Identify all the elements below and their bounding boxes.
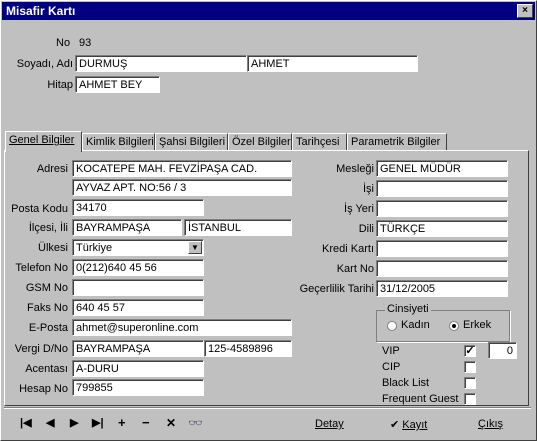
erkek-radio[interactable] xyxy=(449,321,459,331)
no-value: 93 xyxy=(79,37,92,49)
dili-field[interactable]: TÜRKÇE xyxy=(376,220,508,237)
tab-label: Genel Bilgiler xyxy=(9,134,75,146)
cinsiyet-caption: Cinsiyeti xyxy=(385,303,431,315)
cip-label: CIP xyxy=(382,361,401,373)
bottom-toolbar: |◀ ◀ ▶ ▶| + − ✕ 👓 Detay ✔ Kayıt Çıkış xyxy=(4,411,531,435)
gecerlilik-field[interactable]: 31/12/2005 xyxy=(376,280,508,297)
acenta-label: Acentası xyxy=(25,363,68,375)
kredi-karti-label: Kredi Kartı xyxy=(322,243,374,255)
kredi-karti-field[interactable] xyxy=(376,240,508,257)
eposta-field[interactable]: ahmet@superonline.com xyxy=(72,319,292,336)
kayit-button[interactable]: ✔ Kayıt xyxy=(390,418,427,431)
acenta-field[interactable]: A-DURU xyxy=(72,360,204,377)
tab-kimlik-bilgileri[interactable]: Kimlik Bilgileri xyxy=(82,133,155,150)
chevron-down-icon[interactable]: ▼ xyxy=(188,241,202,254)
vergi-no-field[interactable]: 125-4589896 xyxy=(204,340,292,357)
erkek-label: Erkek xyxy=(463,319,492,331)
gsm-label: GSM No xyxy=(25,282,68,294)
tab-label: Şahsi Bilgileri xyxy=(159,136,226,148)
meslegi-field[interactable]: GENEL MÜDÜR xyxy=(376,160,508,177)
remove-record-icon[interactable]: − xyxy=(142,415,150,431)
frequent-checkbox[interactable] xyxy=(464,393,476,405)
dili-label: Dili xyxy=(358,223,374,235)
close-icon[interactable]: × xyxy=(517,4,533,18)
adi-field[interactable]: AHMET xyxy=(247,55,418,72)
binoculars-search-icon[interactable]: 👓 xyxy=(188,415,203,431)
add-record-icon[interactable]: + xyxy=(118,415,126,431)
posta-kodu-label: Posta Kodu xyxy=(11,203,68,215)
frequent-label: Frequent Guest xyxy=(382,393,459,405)
tab-parametrik-bilgiler[interactable]: Parametrik Bilgiler xyxy=(347,133,447,150)
toolbar-separator xyxy=(4,407,531,409)
soyadi-field[interactable]: DURMUŞ xyxy=(75,55,247,72)
ulkesi-label: Ülkesi xyxy=(38,242,68,254)
vip-label: VIP xyxy=(382,345,400,357)
isi-field[interactable] xyxy=(376,180,508,197)
tab-sahsi-bilgileri[interactable]: Şahsi Bilgileri xyxy=(155,133,228,150)
no-label: No xyxy=(56,37,71,49)
kart-no-field[interactable] xyxy=(376,260,508,277)
tab-label: Parametrik Bilgiler xyxy=(351,136,441,148)
ulkesi-value: Türkiye xyxy=(76,242,113,254)
isi-label: İşi xyxy=(363,183,374,195)
adres-line-2[interactable]: AYVAZ APT. NO:56 / 3 xyxy=(72,179,292,196)
hesap-label: Hesap No xyxy=(19,383,68,395)
kadin-label: Kadın xyxy=(401,319,430,331)
tab-label: Kimlik Bilgileri xyxy=(86,136,154,148)
detay-button[interactable]: Detay xyxy=(315,418,344,430)
prev-record-icon[interactable]: ◀ xyxy=(46,415,54,431)
last-record-icon[interactable]: ▶| xyxy=(92,415,104,431)
kadin-radio[interactable] xyxy=(387,321,397,331)
hitap-label: Hitap xyxy=(47,79,73,91)
cikis-button[interactable]: Çıkış xyxy=(478,418,503,430)
ilcesi-field[interactable]: BAYRAMPAŞA xyxy=(72,219,182,236)
cancel-edit-icon[interactable]: ✕ xyxy=(166,415,176,431)
ilcesi-ili-label: İlçesi, İli xyxy=(28,222,68,234)
check-icon: ✔ xyxy=(390,419,400,431)
radio-selected-dot xyxy=(452,324,456,328)
soyadi-adi-label: Soyadı, Adı xyxy=(16,58,73,70)
tab-tarihcesi[interactable]: Tarihçesi xyxy=(292,133,347,150)
tab-label: Tarihçesi xyxy=(296,136,340,148)
is-yeri-label: İş Yeri xyxy=(344,203,374,215)
window-title: Misafir Kartı xyxy=(6,4,76,18)
telefon-field[interactable]: 0(212)640 45 56 xyxy=(72,259,204,276)
ulkesi-dropdown[interactable]: Türkiye ▼ xyxy=(72,239,204,256)
adres-line-1[interactable]: KOCATEPE MAH. FEVZİPAŞA CAD. xyxy=(72,160,292,177)
vergi-label: Vergi D/No xyxy=(14,343,68,355)
gsm-field[interactable] xyxy=(72,279,204,296)
next-record-icon[interactable]: ▶ xyxy=(70,415,78,431)
telefon-label: Telefon No xyxy=(15,262,68,274)
vip-count-field[interactable]: 0 xyxy=(488,342,517,359)
meslegi-label: Mesleği xyxy=(336,163,374,175)
cinsiyet-group: Cinsiyeti Kadın Erkek xyxy=(376,303,510,342)
kayit-label: Kayıt xyxy=(402,419,428,431)
tab-genel-bilgiler[interactable]: Genel Bilgiler xyxy=(5,131,82,152)
blacklist-checkbox[interactable] xyxy=(464,377,476,389)
hitap-field[interactable]: AHMET BEY xyxy=(75,76,160,93)
vergi-daire-field[interactable]: BAYRAMPAŞA xyxy=(72,340,204,357)
hesap-field[interactable]: 799855 xyxy=(72,379,204,396)
cip-checkbox[interactable] xyxy=(464,361,476,373)
tab-label: Özel Bilgiler xyxy=(232,136,291,148)
tab-ozel-bilgiler[interactable]: Özel Bilgiler xyxy=(228,133,292,150)
faks-field[interactable]: 640 45 57 xyxy=(72,299,204,316)
gecerlilik-label: Geçerlilik Tarihi xyxy=(299,283,374,295)
blacklist-label: Black List xyxy=(382,377,430,389)
faks-label: Faks No xyxy=(27,302,68,314)
eposta-label: E-Posta xyxy=(28,322,68,334)
posta-kodu-field[interactable]: 34170 xyxy=(72,199,204,216)
first-record-icon[interactable]: |◀ xyxy=(20,415,32,431)
is-yeri-field[interactable] xyxy=(376,200,508,217)
adresi-label: Adresi xyxy=(36,163,68,175)
vip-checkbox[interactable]: ✓ xyxy=(464,345,476,357)
kart-no-label: Kart No xyxy=(336,263,374,275)
title-bar: Misafir Kartı × xyxy=(2,2,535,20)
ili-field[interactable]: İSTANBUL xyxy=(184,219,292,236)
